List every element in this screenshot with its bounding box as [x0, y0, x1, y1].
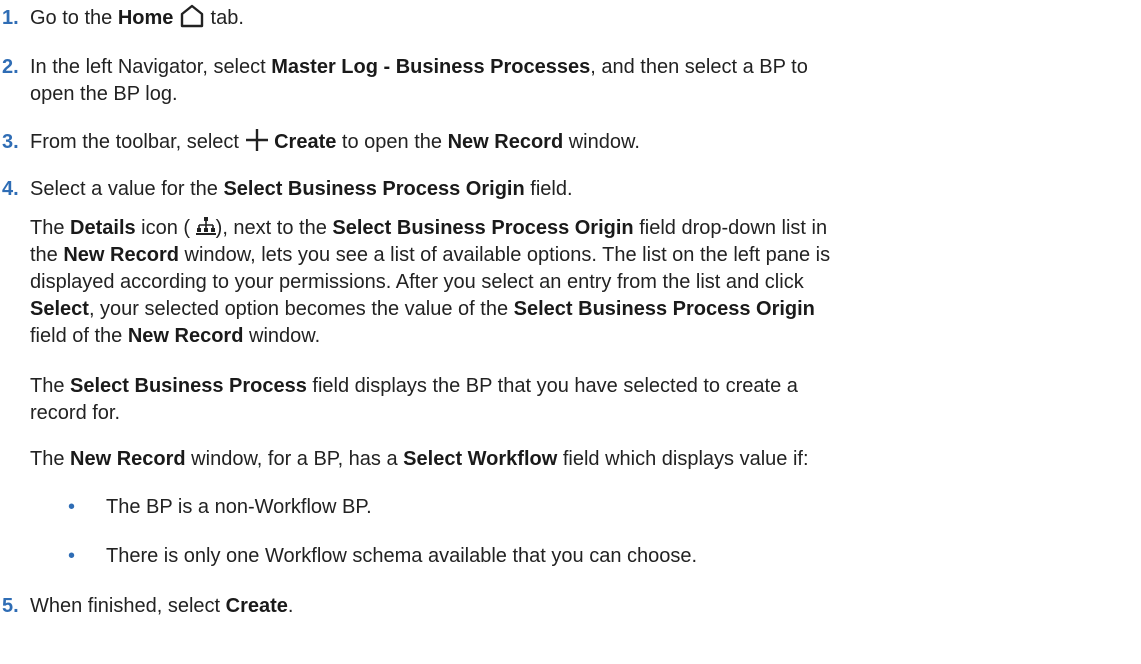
bp-paragraph-line-2: record for. [30, 402, 121, 424]
step-2-continuation: open the BP log. [30, 83, 178, 105]
step-5-text: When finished, select Create. [30, 595, 294, 617]
bullet-mark: • [68, 496, 76, 518]
bullet-mark: • [68, 545, 76, 567]
step-number: 4. [2, 178, 19, 200]
create-label: Create [225, 595, 288, 617]
step-number: 1. [2, 7, 19, 29]
step-2-text: In the left Navigator, select Master Log… [30, 56, 808, 78]
details-paragraph-line-3: displayed according to your permissions.… [30, 271, 804, 293]
step-number: 5. [2, 595, 19, 617]
origin-field-label: Select Business Process Origin [223, 178, 525, 200]
step-number: 3. [2, 131, 19, 153]
details-paragraph-line-1: The Details icon ( ), next to the Select… [30, 216, 828, 239]
workflow-paragraph: The New Record window, for a BP, has a S… [30, 448, 809, 470]
bp-paragraph-line-1: The Select Business Process field displa… [30, 375, 798, 397]
home-icon [180, 4, 204, 27]
details-paragraph-line-4: Select, your selected option becomes the… [30, 298, 815, 320]
step-3-text: From the toolbar, select Create to open … [30, 128, 640, 154]
details-paragraph-line-5: field of the New Record window. [30, 325, 321, 347]
step-number: 2. [2, 56, 19, 78]
new-record-label: New Record [447, 131, 564, 153]
document-page: 1. Go to the Home tab. 2. In the left Na… [0, 0, 1141, 664]
master-log-label: Master Log - Business Processes [271, 56, 591, 78]
bullet-item: There is only one Workflow schema availa… [106, 545, 698, 567]
step-4-text: Select a value for the Select Business P… [30, 178, 573, 200]
step-1-text: Go to the Home tab. [30, 4, 244, 30]
home-label: Home [117, 7, 174, 29]
bullet-item: The BP is a non-Workflow BP. [106, 496, 372, 518]
hierarchy-icon [195, 216, 216, 235]
create-label: Create [274, 131, 337, 153]
plus-icon [245, 128, 268, 151]
details-paragraph-line-2: the New Record window, lets you see a li… [30, 244, 831, 266]
